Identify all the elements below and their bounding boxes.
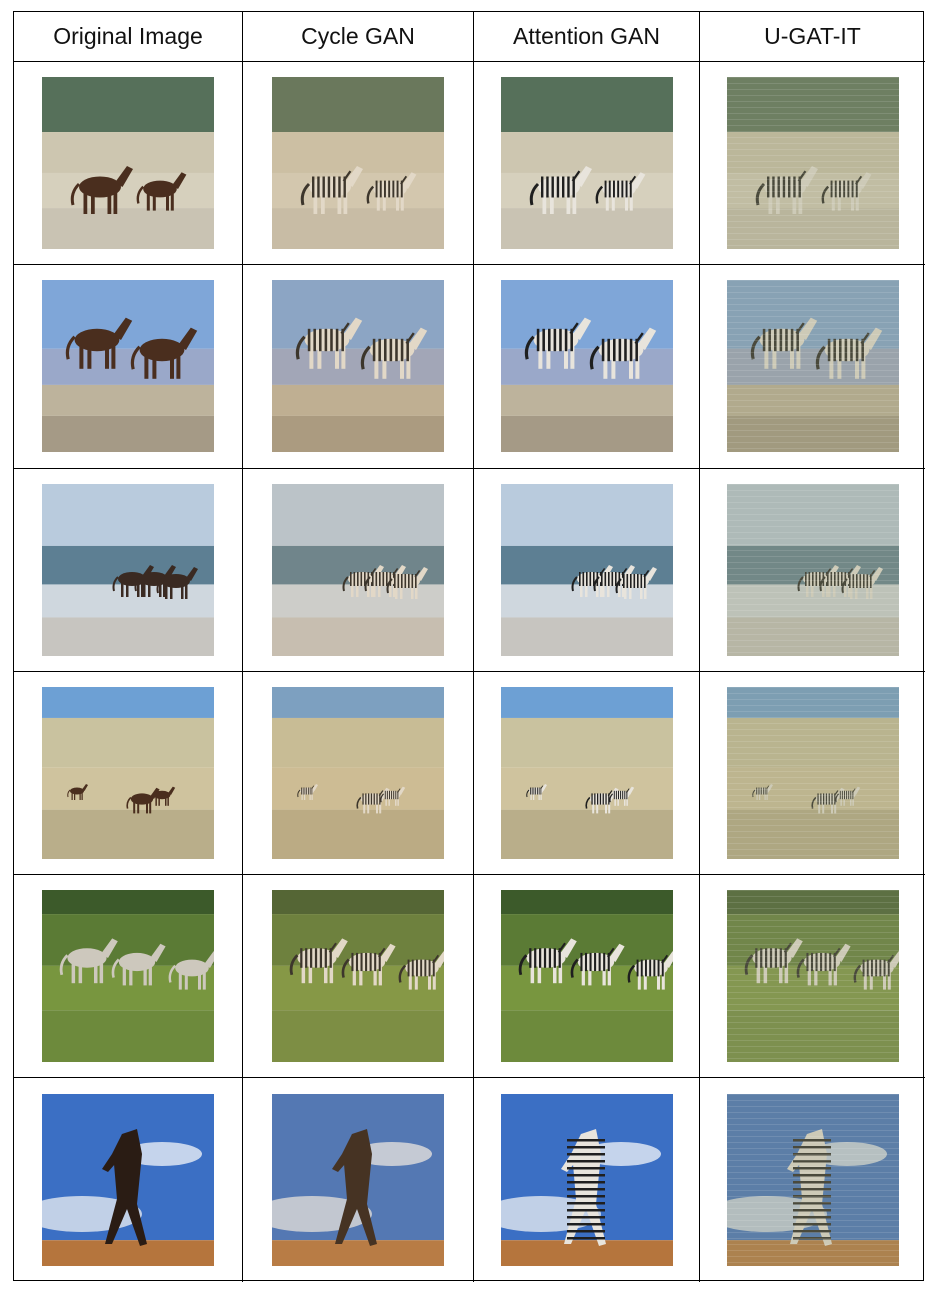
result-cell xyxy=(243,671,474,876)
result-image xyxy=(500,890,673,1063)
result-cell xyxy=(14,671,243,876)
result-cell xyxy=(700,469,925,672)
result-cell xyxy=(14,1078,243,1282)
result-image xyxy=(272,687,444,860)
result-cell xyxy=(474,1078,700,1282)
result-image xyxy=(726,1094,899,1267)
result-image xyxy=(42,77,214,250)
result-image xyxy=(272,280,444,453)
result-cell xyxy=(700,1078,925,1281)
result-image xyxy=(272,77,444,250)
result-cell xyxy=(243,875,474,1079)
result-image xyxy=(500,77,673,250)
result-cell xyxy=(14,62,243,266)
result-cell xyxy=(700,672,925,876)
result-cell xyxy=(700,265,925,469)
result-cell xyxy=(474,265,700,469)
result-cell xyxy=(243,265,474,469)
result-image xyxy=(726,77,899,250)
result-image xyxy=(726,483,899,656)
column-header: Cycle GAN xyxy=(301,23,415,49)
result-image xyxy=(272,1094,444,1267)
column-header: U-GAT-IT xyxy=(764,23,861,49)
column-header: Attention GAN xyxy=(512,23,661,49)
result-cell xyxy=(14,265,243,469)
result-cell xyxy=(474,62,700,266)
result-cell xyxy=(474,875,700,1079)
result-cell xyxy=(14,468,243,672)
column-header: Original Image xyxy=(53,23,203,49)
result-image xyxy=(42,483,214,656)
result-image xyxy=(42,1094,214,1267)
result-image xyxy=(726,280,899,453)
result-cell xyxy=(700,875,925,1079)
result-cell xyxy=(14,875,243,1079)
result-image xyxy=(726,890,899,1063)
header-cyclegan: Cycle GAN xyxy=(243,12,474,62)
result-image xyxy=(726,687,899,860)
comparison-table: Original Image Cycle GAN Attention GAN U… xyxy=(13,11,925,1282)
result-cell xyxy=(243,468,474,672)
header-original: Original Image xyxy=(14,12,243,62)
result-image xyxy=(42,687,214,860)
header-ugatit: U-GAT-IT xyxy=(700,12,925,62)
result-cell xyxy=(474,671,700,876)
result-image xyxy=(500,1094,673,1267)
result-image xyxy=(500,483,673,656)
result-image xyxy=(500,280,673,453)
result-image xyxy=(272,483,444,656)
result-image xyxy=(500,687,673,860)
header-attentiongan: Attention GAN xyxy=(474,12,700,62)
result-cell xyxy=(243,62,474,266)
result-image xyxy=(42,890,214,1063)
result-image xyxy=(42,280,214,453)
result-image xyxy=(272,890,444,1063)
result-cell xyxy=(243,1078,474,1282)
result-cell xyxy=(700,62,925,266)
result-cell xyxy=(474,468,700,672)
